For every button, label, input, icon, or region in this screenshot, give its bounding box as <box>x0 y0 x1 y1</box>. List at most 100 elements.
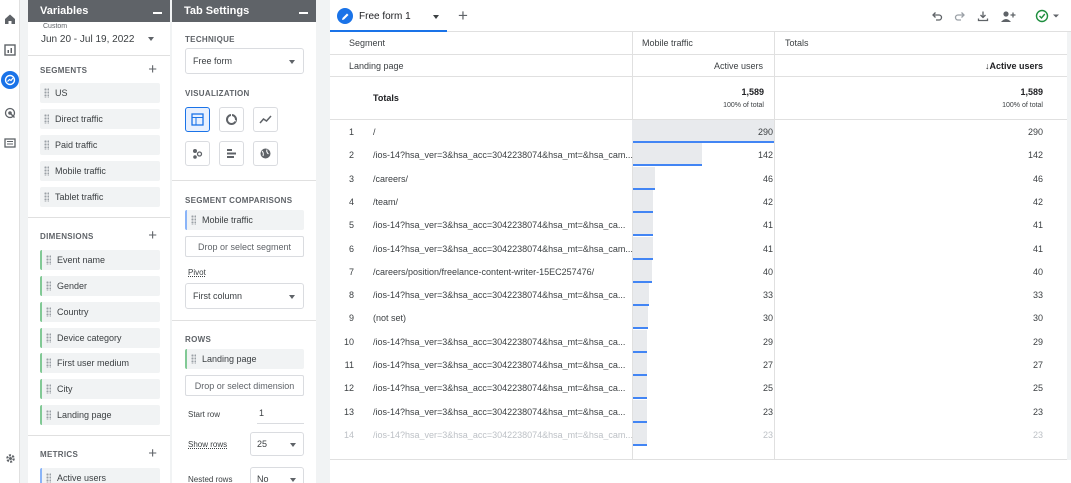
drag-handle-icon[interactable] <box>46 358 51 368</box>
pivot-select[interactable]: First column <box>185 283 304 309</box>
dimension-chip[interactable]: First user medium <box>40 353 160 373</box>
table-row[interactable]: 3/careers/46 46 <box>330 166 1071 190</box>
landing-page-cell[interactable]: /ios-14?hsa_ver=3&hsa_acc=3042238074&hsa… <box>373 244 633 254</box>
undo-icon[interactable] <box>929 8 945 24</box>
rows-chip[interactable]: Landing page <box>185 349 304 369</box>
table-row[interactable]: 5/ios-14?hsa_ver=3&hsa_acc=3042238074&hs… <box>330 213 1071 237</box>
landing-page-cell[interactable]: /ios-14?hsa_ver=3&hsa_acc=3042238074&hsa… <box>373 360 633 370</box>
landing-page-cell[interactable]: /ios-14?hsa_ver=3&hsa_acc=3042238074&hsa… <box>373 337 633 347</box>
table-row[interactable]: 12/ios-14?hsa_ver=3&hsa_acc=3042238074&h… <box>330 376 1071 400</box>
download-icon[interactable] <box>975 8 991 24</box>
home-icon[interactable] <box>1 10 19 28</box>
drop-dimension-zone[interactable]: Drop or select dimension <box>185 375 304 396</box>
landing-page-cell[interactable]: /ios-14?hsa_ver=3&hsa_acc=3042238074&hsa… <box>373 407 633 417</box>
drag-handle-icon[interactable] <box>46 410 51 420</box>
chevron-down-icon <box>290 478 296 482</box>
metric-chip[interactable]: Active users <box>40 468 160 483</box>
total-value-cell: 29 <box>1032 336 1043 347</box>
show-rows-select[interactable]: 25 <box>250 432 304 456</box>
dimension-chip[interactable]: Device category <box>40 328 160 348</box>
dimension-chip[interactable]: City <box>40 379 160 399</box>
chevron-down-icon <box>290 443 296 447</box>
explore-icon[interactable] <box>1 71 19 89</box>
dimension-chip[interactable]: Country <box>40 302 160 322</box>
drag-handle-icon[interactable] <box>46 307 51 317</box>
minimize-icon[interactable] <box>299 12 308 14</box>
configure-icon[interactable] <box>1 134 19 152</box>
bar-viz-icon[interactable] <box>219 141 244 166</box>
landing-page-cell[interactable]: /careers/position/freelance-content-writ… <box>373 267 633 277</box>
drag-handle-icon[interactable] <box>46 281 51 291</box>
landing-page-cell[interactable]: /ios-14?hsa_ver=3&hsa_acc=3042238074&hsa… <box>373 220 633 230</box>
drag-handle-icon[interactable] <box>191 215 196 225</box>
drag-handle-icon[interactable] <box>44 88 49 98</box>
landing-page-cell[interactable]: /team/ <box>373 197 633 207</box>
drop-segment-zone[interactable]: Drop or select segment <box>185 236 304 257</box>
dimension-chip[interactable]: Event name <box>40 250 160 270</box>
segment-comparison-chip[interactable]: Mobile traffic <box>185 210 304 230</box>
drag-handle-icon[interactable] <box>46 333 51 343</box>
drag-handle-icon[interactable] <box>46 255 51 265</box>
table-row[interactable]: 4/team/42 42 <box>330 189 1071 213</box>
active-users-header[interactable]: Active users <box>714 61 763 71</box>
segment-chip[interactable]: Paid traffic <box>40 135 160 155</box>
table-row[interactable]: 9 (not set) 30 30 <box>330 306 1071 330</box>
redo-icon[interactable] <box>952 8 968 24</box>
donut-viz-icon[interactable] <box>219 107 244 132</box>
table-row[interactable]: 10/ios-14?hsa_ver=3&hsa_acc=3042238074&h… <box>330 329 1071 353</box>
landing-page-cell[interactable]: / <box>373 127 633 137</box>
drag-handle-icon[interactable] <box>46 384 51 394</box>
segment-chip[interactable]: Mobile traffic <box>40 161 160 181</box>
add-metric-button[interactable]: + <box>148 446 157 461</box>
advertising-icon[interactable] <box>1 104 19 122</box>
settings-icon[interactable] <box>1 449 19 467</box>
dimension-chip[interactable]: Gender <box>40 276 160 296</box>
add-tab-button[interactable]: + <box>458 7 468 24</box>
start-row-input[interactable]: 1 <box>257 408 304 424</box>
landing-page-cell[interactable]: /careers/ <box>373 174 633 184</box>
line-viz-icon[interactable] <box>253 107 278 132</box>
tab-free-form-1[interactable]: Free form 1 <box>330 0 447 32</box>
landing-page-cell[interactable]: (not set) <box>373 313 633 323</box>
drag-handle-icon[interactable] <box>44 140 49 150</box>
active-users-sorted-header[interactable]: ↓Active users <box>985 61 1043 71</box>
table-row[interactable]: 11/ios-14?hsa_ver=3&hsa_acc=3042238074&h… <box>330 353 1071 376</box>
landing-page-cell[interactable]: /ios-14?hsa_ver=3&hsa_acc=3042238074&hsa… <box>373 430 633 440</box>
landing-page-cell[interactable]: /ios-14?hsa_ver=3&hsa_acc=3042238074&hsa… <box>373 150 633 160</box>
reports-icon[interactable] <box>1 41 19 59</box>
table-row[interactable]: 8/ios-14?hsa_ver=3&hsa_acc=3042238074&hs… <box>330 283 1071 307</box>
technique-select[interactable]: Free form <box>185 48 304 74</box>
share-user-icon[interactable] <box>1000 8 1016 24</box>
chevron-down-icon[interactable] <box>148 37 154 41</box>
landing-page-cell[interactable]: /ios-14?hsa_ver=3&hsa_acc=3042238074&hsa… <box>373 383 633 393</box>
segment-chip[interactable]: US <box>40 83 160 103</box>
segment-chip[interactable]: Tablet traffic <box>40 187 160 207</box>
scatter-viz-icon[interactable] <box>185 141 210 166</box>
nested-rows-select[interactable]: No <box>250 467 304 483</box>
drag-handle-icon[interactable] <box>44 166 49 176</box>
segment-chip[interactable]: Direct traffic <box>40 109 160 129</box>
table-row[interactable]: 1 / 290 290 <box>330 120 1071 143</box>
chevron-down-icon[interactable] <box>433 15 439 19</box>
drag-handle-icon[interactable] <box>44 192 49 202</box>
minimize-icon[interactable] <box>153 12 162 14</box>
table-row[interactable]: 14/ios-14?hsa_ver=3&hsa_acc=3042238074&h… <box>330 422 1071 446</box>
landing-page-cell[interactable]: /ios-14?hsa_ver=3&hsa_acc=3042238074&hsa… <box>373 290 633 300</box>
status-check-icon[interactable] <box>1034 8 1064 24</box>
vertical-scrollbar[interactable] <box>1067 32 1071 460</box>
geo-viz-icon[interactable] <box>253 141 278 166</box>
drag-handle-icon[interactable] <box>46 473 51 483</box>
table-row[interactable]: 13/ios-14?hsa_ver=3&hsa_acc=3042238074&h… <box>330 399 1071 423</box>
add-segment-button[interactable]: + <box>148 62 157 77</box>
landing-page-header[interactable]: Landing page <box>349 61 404 71</box>
table-viz-icon[interactable] <box>185 107 210 132</box>
table-row[interactable]: 2/ios-14?hsa_ver=3&hsa_acc=3042238074&hs… <box>330 143 1071 167</box>
drag-handle-icon[interactable] <box>44 114 49 124</box>
table-row[interactable]: 6/ios-14?hsa_ver=3&hsa_acc=3042238074&hs… <box>330 236 1071 260</box>
total-value-cell: 46 <box>1032 173 1043 184</box>
add-dimension-button[interactable]: + <box>148 228 157 243</box>
drag-handle-icon[interactable] <box>191 354 196 364</box>
date-range[interactable]: Jun 20 - Jul 19, 2022 <box>41 34 134 45</box>
dimension-chip[interactable]: Landing page <box>40 405 160 425</box>
table-row[interactable]: 7/careers/position/freelance-content-wri… <box>330 259 1071 283</box>
